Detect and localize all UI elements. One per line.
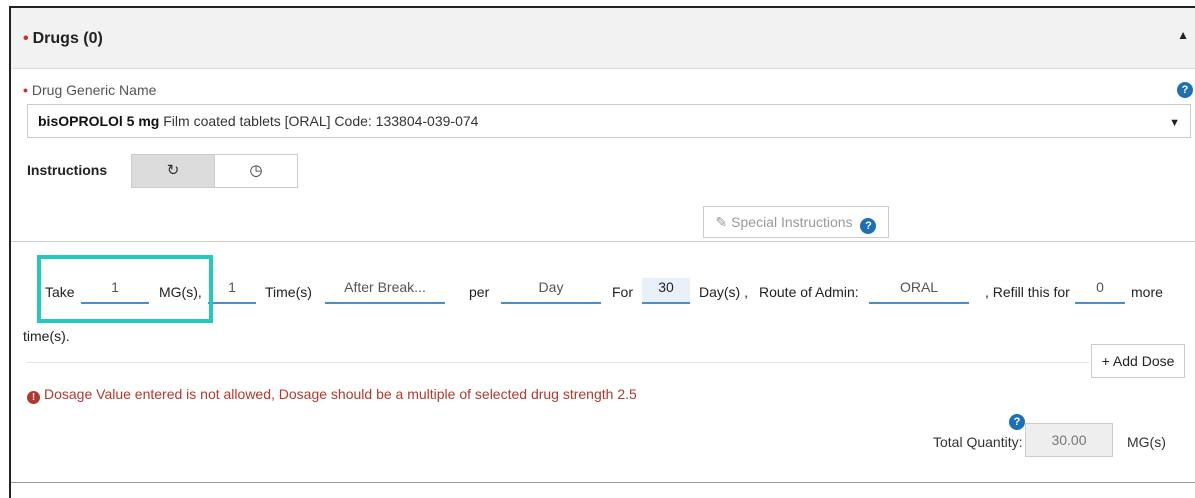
drug-generic-name-select[interactable]: bisOPROLOl 5 mg Film coated tablets [ORA…	[27, 104, 1191, 138]
required-marker: •	[23, 30, 29, 47]
section-divider	[11, 241, 1195, 242]
total-quantity-label: Total Quantity:	[933, 434, 1023, 450]
frequency-input[interactable]	[208, 278, 256, 304]
times-label: time(s).	[23, 328, 70, 344]
special-instructions-label: Special Instructions	[731, 214, 853, 230]
duration-unit-label: Day(s) ,	[699, 284, 748, 300]
error-text: Dosage Value entered is not allowed, Dos…	[44, 386, 637, 402]
help-icon[interactable]: ?	[1009, 414, 1025, 430]
pencil-icon: ✎	[715, 214, 728, 230]
refresh-icon: ↻	[166, 162, 180, 179]
drug-description: Film coated tablets [ORAL] Code: 133804-…	[159, 113, 479, 129]
total-quantity-field: 30.00	[1025, 423, 1113, 457]
refill-input[interactable]	[1075, 278, 1125, 304]
instructions-label: Instructions	[27, 162, 108, 178]
period-select[interactable]	[501, 278, 601, 304]
schedule-mode-toggle[interactable]: ◷	[214, 154, 298, 188]
route-label: Route of Admin:	[759, 284, 859, 300]
drug-generic-name-label-text: Drug Generic Name	[31, 82, 157, 98]
drugs-panel: • Drugs (0) ▲ • Drug Generic Name ? bisOPR…	[9, 6, 1195, 498]
drug-generic-name-label: • Drug Generic Name	[23, 82, 156, 98]
help-icon[interactable]: ?	[1177, 82, 1193, 98]
more-label: more	[1131, 284, 1163, 300]
drugs-section-header[interactable]: • Drugs (0) ▲	[11, 8, 1195, 69]
caret-up-icon[interactable]: ▲	[1177, 28, 1189, 42]
repeat-mode-toggle[interactable]: ↻	[131, 154, 215, 188]
section-title: • Drugs (0)	[23, 30, 103, 48]
required-marker: •	[23, 82, 28, 98]
route-select[interactable]	[869, 278, 969, 304]
drug-select-value: bisOPROLOl 5 mg Film coated tablets [ORA…	[38, 113, 478, 129]
total-quantity-unit: MG(s)	[1127, 434, 1166, 450]
special-instructions-button[interactable]: ✎ Special Instructions ?	[703, 206, 889, 238]
refill-label: , Refill this for	[985, 284, 1070, 300]
drug-name-strength: bisOPROLOl 5 mg	[38, 113, 160, 129]
chevron-down-icon[interactable]: ▼	[1169, 117, 1180, 129]
duration-input[interactable]	[642, 278, 690, 304]
help-icon[interactable]: ?	[860, 218, 877, 234]
section-title-text: Drugs (0)	[32, 30, 103, 47]
add-dose-button[interactable]: + Add Dose	[1091, 344, 1185, 378]
dose-highlight-box	[37, 255, 213, 323]
error-icon: !	[27, 391, 40, 404]
dosage-error-message: ! Dosage Value entered is not allowed, Do…	[27, 386, 637, 404]
timing-select[interactable]	[325, 278, 445, 304]
per-label: per	[469, 284, 490, 300]
clock-icon: ◷	[249, 162, 263, 179]
row-divider	[27, 362, 1089, 363]
frequency-unit-label: Time(s)	[265, 284, 312, 300]
for-label: For	[612, 284, 633, 300]
bottom-divider	[11, 482, 1195, 483]
